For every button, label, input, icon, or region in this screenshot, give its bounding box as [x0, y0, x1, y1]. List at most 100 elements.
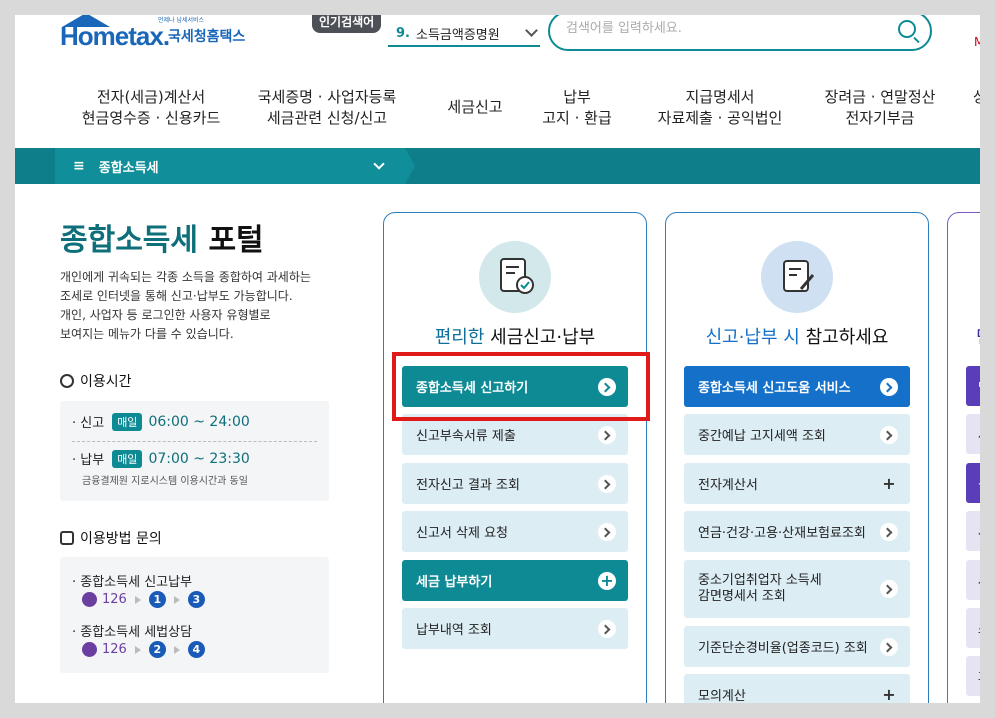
breadcrumb-select[interactable]: ≡ 종합소득세	[55, 148, 405, 184]
filing-help-service-button[interactable]: 종합소득세 신고도움 서비스	[684, 366, 910, 407]
e-invoice-button[interactable]: 전자계산서 +	[684, 463, 910, 504]
breadcrumb-bar: ≡ 종합소득세	[15, 148, 980, 184]
hours-time: 06:00 ~ 24:00	[148, 413, 250, 430]
chevron-right-icon	[880, 378, 898, 396]
step-number: 4	[187, 641, 205, 658]
nav-etax-invoice[interactable]: 전자(세금)계산서 현금영수증 · 신용카드	[77, 87, 225, 129]
button-label: 중소기업취업자 소득세 감면명세서 조회	[698, 573, 822, 605]
hours-label: · 납부	[72, 453, 105, 468]
nav-label: 세금신고	[447, 98, 503, 116]
button-label: 종합소득세 신고도움 서비스	[698, 381, 851, 396]
card-title-rest: 참고하세요	[805, 327, 889, 348]
card-title: 편리한 세금신고·납부	[384, 323, 646, 349]
pay-tax-button[interactable]: 세금 납부하기 +	[402, 560, 628, 601]
my-menu-link[interactable]: My	[974, 35, 980, 49]
card-reference: 신고·납부 시 참고하세요 종합소득세 신고도움 서비스 중간예납 고지세액 조…	[665, 212, 929, 703]
logo-wordmark: Hometax.	[60, 21, 170, 51]
button-label: 세금 납부하기	[416, 575, 493, 590]
expense-rate-button[interactable]: 기준단순경비율(업종코드) 조회	[684, 626, 910, 667]
inquiry-box: · 종합소득세 신고납부 126 1 3 · 종합소득세 세법상담 126 2 …	[60, 557, 329, 673]
card-civil: 민 민 세 신 사 사 소 과	[947, 212, 980, 703]
chevron-right-icon	[880, 426, 898, 444]
card-title-highlight: 신고·납부 시	[705, 327, 800, 348]
popular-search-select[interactable]: 9. 소득금액증명원	[388, 21, 540, 47]
page-title: 종합소득세 포털	[60, 215, 264, 259]
chevron-right-icon	[598, 523, 616, 541]
nav-consult[interactable]: 상담	[973, 87, 980, 108]
popular-search-tag: 인기검색어	[312, 15, 382, 33]
phone-icon	[82, 592, 97, 607]
nav-incentives[interactable]: 장려금 · 연말정산 전자기부금	[815, 87, 945, 129]
nav-label: 자료제출 · 공익법인	[657, 109, 783, 127]
nav-label: 상담	[973, 88, 980, 106]
inquiry-path-1: 126 1 3	[82, 591, 205, 608]
search-icon[interactable]	[898, 20, 916, 38]
button-label-line: 중소기업취업자 소득세	[698, 573, 822, 588]
desc-line: 개인에게 귀속되는 각종 소득을 종합하여 과세하는	[60, 270, 311, 284]
arrow-icon	[134, 645, 141, 654]
page: 언제나 납세서비스 Hometax. 국세청홈택스 인기검색어 9. 소득금액증…	[15, 15, 980, 703]
sme-reduction-button[interactable]: 중소기업취업자 소득세 감면명세서 조회	[684, 560, 910, 618]
mock-calc-button[interactable]: 모의계산 +	[684, 674, 910, 703]
chevron-right-icon	[598, 426, 616, 444]
button-label: 납부내역 조회	[416, 623, 492, 638]
civil-button[interactable]: 사	[966, 560, 980, 600]
daily-badge: 매일	[112, 449, 143, 468]
inquiry-heading-text: 이용방법 문의	[80, 531, 162, 547]
nav-label: 장려금 · 연말정산	[824, 88, 936, 106]
insurance-premium-button[interactable]: 연금·건강·고용·산재보험료조회	[684, 511, 910, 552]
chevron-right-icon	[598, 620, 616, 638]
delete-return-button[interactable]: 신고서 삭제 요청	[402, 511, 628, 552]
main-nav: 전자(세금)계산서 현금영수증 · 신용카드 국세증명 · 사업자등록 세금관련…	[15, 87, 980, 137]
card-title: 신고·납부 시 참고하세요	[666, 323, 928, 349]
phone-icon	[82, 642, 97, 657]
nav-tax-filing[interactable]: 세금신고	[435, 97, 515, 118]
desc-line: 조세로 인터넷을 통해 신고·납부도 가능합니다.	[60, 289, 293, 303]
daily-badge: 매일	[112, 412, 143, 431]
card-title: 민	[976, 323, 980, 349]
card-title-highlight: 편리한	[434, 327, 485, 348]
chevron-down-icon	[525, 24, 538, 37]
arrow-icon	[173, 645, 180, 654]
phone-icon	[60, 531, 74, 545]
inquiry-heading: 이용방법 문의	[60, 528, 162, 548]
button-label: 연금·건강·고용·산재보험료조회	[698, 526, 866, 541]
search-box	[548, 15, 932, 51]
highlight-box	[392, 352, 650, 421]
hometax-logo[interactable]: 언제나 납세서비스 Hometax. 국세청홈택스	[60, 15, 270, 53]
hours-heading: 이용시간	[60, 371, 132, 391]
nav-label: 전자(세금)계산서	[96, 88, 206, 106]
arrow-icon	[134, 595, 141, 604]
nav-label: 전자기부금	[845, 109, 915, 127]
efiling-result-button[interactable]: 전자신고 결과 조회	[402, 463, 628, 504]
civil-button[interactable]: 세	[966, 414, 980, 454]
menu-icon: ≡	[73, 158, 85, 174]
step-number: 2	[148, 641, 166, 658]
search-input[interactable]	[566, 21, 866, 36]
civil-button[interactable]: 민	[966, 366, 980, 406]
chevron-right-icon	[880, 580, 898, 598]
nav-label: 납부	[563, 88, 591, 106]
civil-button[interactable]: 사	[966, 511, 980, 551]
nav-label: 지급명세서	[685, 88, 755, 106]
civil-button[interactable]: 소	[966, 608, 980, 648]
page-title-main: 종합소득세	[60, 223, 198, 258]
clock-icon	[60, 374, 74, 388]
chevron-down-icon	[373, 158, 385, 170]
interim-prepayment-button[interactable]: 중간예납 고지세액 조회	[684, 414, 910, 455]
nav-certificates[interactable]: 국세증명 · 사업자등록 세금관련 신청/신고	[252, 87, 402, 129]
desc-line: 개인, 사업자 등 로그인한 사용자 유형별로	[60, 308, 271, 322]
nav-payment[interactable]: 납부 고지 · 환급	[530, 87, 624, 129]
button-label: 전자신고 결과 조회	[416, 478, 520, 493]
page-title-suffix: 포털	[208, 223, 264, 258]
plus-icon: +	[882, 685, 896, 703]
civil-button[interactable]: 신	[966, 463, 980, 503]
plus-icon: +	[598, 572, 616, 590]
inquiry-label: · 종합소득세 세법상담	[72, 625, 193, 640]
hours-box: · 신고 매일 06:00 ~ 24:00 · 납부 매일 07:00 ~ 23…	[60, 401, 329, 501]
nav-statements[interactable]: 지급명세서 자료제출 · 공익법인	[645, 87, 795, 129]
payment-history-button[interactable]: 납부내역 조회	[402, 608, 628, 649]
card-filing-payment: 편리한 세금신고·납부 종합소득세 신고하기 신고부속서류 제출 전자신고 결과…	[383, 212, 647, 703]
civil-button[interactable]: 과	[966, 656, 980, 696]
document-edit-icon	[761, 241, 833, 313]
